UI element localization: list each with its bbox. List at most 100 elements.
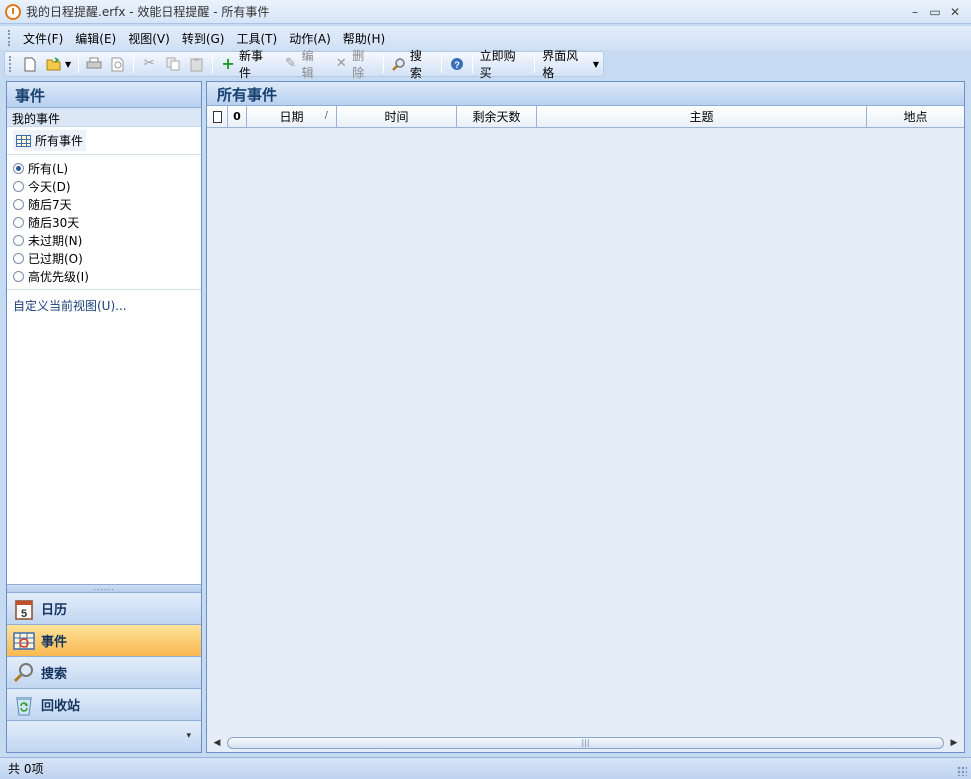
restore-button[interactable]: ▭ [927,4,943,20]
copy-button[interactable] [161,53,185,75]
navigation-pane: 事件 我的事件 所有事件 所有(L) 今天(D) 随后7天 随后30天 未过期(… [6,81,202,753]
filter-label: 随后7天 [28,197,72,212]
print-preview-button[interactable] [106,53,130,75]
new-file-icon [22,56,38,72]
toolbar-separator [212,55,214,73]
search-icon [391,56,407,72]
col-attachment[interactable]: 0 [228,106,247,127]
all-events-view-link[interactable]: 所有事件 [13,130,87,151]
plus-icon: + [221,54,235,73]
radio-button[interactable] [13,162,24,174]
edit-button[interactable]: ✎ 编辑 [279,49,330,80]
scroll-left-icon[interactable]: ◀ [211,737,223,749]
filter-label: 今天(D) [28,179,71,194]
col-location[interactable]: 地点 [867,106,964,127]
search-button[interactable]: 搜索 [387,49,438,80]
close-button[interactable]: ✕ [947,4,963,20]
filter-label: 未过期(N) [28,233,83,248]
radio-button[interactable] [13,180,24,192]
calendar-icon: 5 [13,598,35,620]
current-view-row: 所有事件 [7,127,201,155]
menu-view[interactable]: 视图(V) [122,28,176,49]
radio-button[interactable] [13,198,24,210]
resize-grip-icon[interactable] [957,766,967,776]
edit-pencil-icon: ✎ [285,56,297,71]
radio-button[interactable] [13,234,24,246]
dropdown-arrow-icon: ▼ [592,59,599,69]
ui-style-label: 界面风格 [542,49,579,80]
menu-goto[interactable]: 转到(G) [176,28,231,49]
col-subject[interactable]: 主题 [537,106,867,127]
menu-tools[interactable]: 工具(T) [230,28,283,49]
radio-button[interactable] [13,252,24,264]
col-date[interactable]: 日期 / [247,106,337,127]
table-header: 0 日期 / 时间 剩余天数 主题 地点 [207,106,964,128]
nav-recycle-button[interactable]: 回收站 [7,688,201,720]
ui-style-dropdown[interactable]: 界面风格 ▼ [538,49,603,80]
filter-high-priority[interactable]: 高优先级(I) [13,267,201,285]
print-button[interactable] [82,53,106,75]
delete-button[interactable]: ✕ 删除 [329,49,380,80]
new-event-button[interactable]: + 新事件 [216,49,279,80]
nav-calendar-label: 日历 [41,603,68,618]
chevron-down-icon: ▾ [186,731,191,741]
filter-next-7-days[interactable]: 随后7天 [13,195,201,213]
new-file-button[interactable] [18,53,42,75]
filter-label: 随后30天 [28,215,80,230]
radio-button[interactable] [13,216,24,228]
help-button[interactable]: ? [445,53,469,75]
filter-all[interactable]: 所有(L) [13,159,201,177]
open-folder-icon [46,56,62,72]
nav-calendar-button[interactable]: 5 日历 [7,592,201,624]
paste-button[interactable] [185,53,209,75]
nav-search-label: 搜索 [41,667,68,682]
search-label: 搜索 [409,49,422,80]
scroll-right-icon[interactable]: ▶ [948,737,960,749]
filter-expired[interactable]: 已过期(O) [13,249,201,267]
menu-actions[interactable]: 动作(A) [283,28,337,49]
menu-help[interactable]: 帮助(H) [337,28,391,49]
menu-file[interactable]: 文件(F) [17,28,69,49]
open-folder-button[interactable]: ▼ [42,53,75,75]
print-preview-icon [110,56,126,72]
edit-label: 编辑 [301,49,314,80]
recycle-bin-icon [13,694,35,716]
help-icon: ? [449,56,465,72]
col-subject-label: 主题 [689,110,714,124]
events-table-icon [13,630,35,652]
buy-now-button[interactable]: 立即购买 [476,49,532,80]
filter-not-expired[interactable]: 未过期(N) [13,231,201,249]
nav-search-button[interactable]: 搜索 [7,656,201,688]
scroll-track[interactable]: ||| [227,737,944,749]
print-icon [86,56,102,72]
menu-edit[interactable]: 编辑(E) [69,28,122,49]
col-time-label: 时间 [384,110,409,124]
col-time[interactable]: 时间 [337,106,457,127]
radio-button[interactable] [13,270,24,282]
scissors-icon: ✂ [143,56,155,71]
minimize-button[interactable]: – [907,4,923,20]
title-bar: 我的日程提醒.erfx - 效能日程提醒 - 所有事件 – ▭ ✕ [0,0,971,24]
scroll-thumb[interactable]: ||| [227,737,944,749]
nav-events-button[interactable]: 事件 [7,624,201,656]
customize-view-link[interactable]: 自定义当前视图(U)... [7,290,201,321]
toolbar-grip[interactable] [9,56,12,72]
menubar-grip[interactable] [8,30,11,46]
window-title: 我的日程提醒.erfx - 效能日程提醒 - 所有事件 [26,5,270,19]
horizontal-scrollbar[interactable]: ◀ ||| ▶ [207,734,964,752]
magnifier-icon [13,662,35,684]
pane-splitter[interactable]: ...... [7,584,201,592]
events-list-pane: 所有事件 0 日期 / 时间 剩余天数 主题 地点 ◀ ||| ▶ [206,81,965,753]
filter-radio-group: 所有(L) 今天(D) 随后7天 随后30天 未过期(N) 已过期(O) 高优先… [7,155,201,290]
cut-button[interactable]: ✂ [137,53,161,75]
col-type[interactable] [207,106,228,127]
nav-configure-button[interactable]: ▾ [7,720,201,752]
document-icon [212,110,222,123]
nav-events-label: 事件 [41,635,68,650]
filter-label: 已过期(O) [28,251,83,266]
col-days-left[interactable]: 剩余天数 [457,106,537,127]
filter-today[interactable]: 今天(D) [13,177,201,195]
filter-next-30-days[interactable]: 随后30天 [13,213,201,231]
filter-label: 高优先级(I) [28,269,89,284]
col-days-left-label: 剩余天数 [472,110,521,124]
